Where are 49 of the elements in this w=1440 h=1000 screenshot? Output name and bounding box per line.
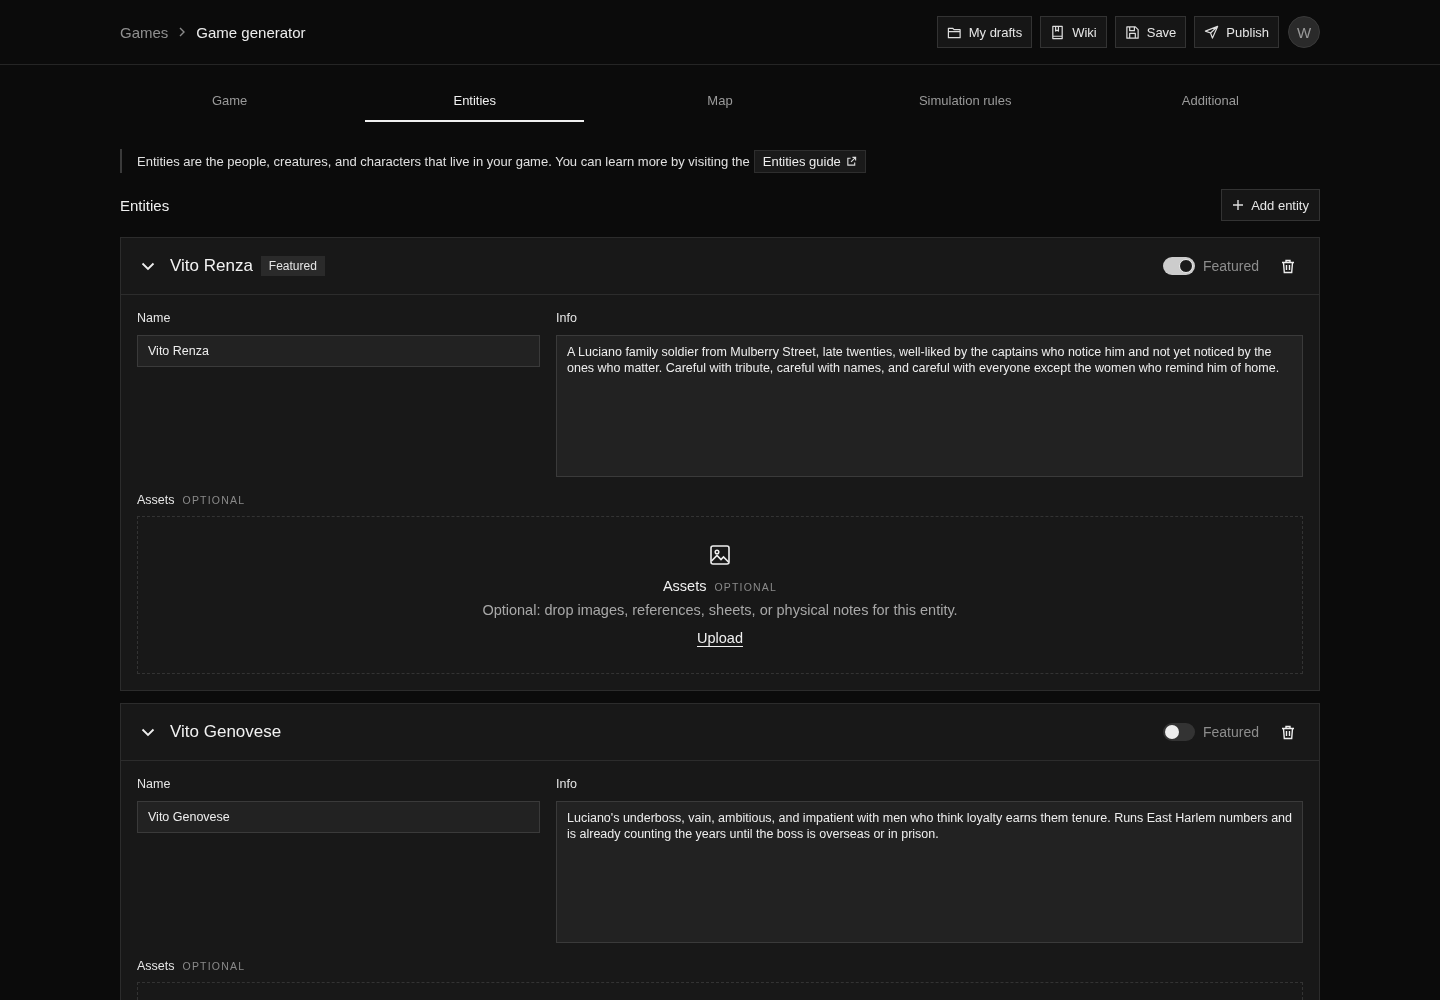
avatar-button[interactable]: W: [1288, 16, 1320, 48]
field-label: Assets: [137, 493, 175, 507]
guide-link[interactable]: Entities guide: [753, 149, 866, 173]
tab[interactable]: Map: [610, 89, 830, 122]
info-textarea[interactable]: A Luciano family soldier from Mulberry Street, late twenties, well-liked by the captains who notice him and not yet noticed by the ones who matter. Careful with tribute, careful with names, and careful with everyone except the women who remind him of home.: [556, 335, 1303, 477]
trash-icon[interactable]: [1281, 258, 1295, 274]
tab[interactable]: Additional: [1100, 89, 1320, 122]
toggle-label: Featured: [1202, 724, 1259, 740]
header-button[interactable]: Publish: [1194, 16, 1279, 48]
tab[interactable]: Simulation rules: [855, 89, 1075, 122]
tab[interactable]: Game: [120, 89, 340, 122]
name-input[interactable]: Vito Renza: [137, 335, 540, 367]
optional-tag: OPTIONAL: [714, 581, 778, 593]
send-icon: [1204, 24, 1220, 40]
featured-toggle[interactable]: [1162, 723, 1195, 741]
add-entity-button[interactable]: Add entity: [1221, 189, 1320, 221]
upload-link[interactable]: Upload: [697, 630, 743, 646]
section-title: Entities: [120, 196, 170, 214]
dropzone-hint: Optional: drop images, references, sheets, or physical notes for this entity.: [482, 602, 958, 618]
field-label: Assets: [137, 959, 175, 973]
field-label: Name: [137, 777, 172, 791]
breadcrumb-link[interactable]: Game generator: [196, 23, 306, 41]
field-label: Info: [556, 777, 578, 791]
image-icon: [709, 544, 731, 566]
optional-tag: OPTIONAL: [182, 494, 246, 506]
info-textarea[interactable]: Luciano's underboss, vain, ambitious, and impatient with men who think loyalty earns them tenure. Runs East Harlem numbers and is already counting the years until the boss is overseas or in prison.: [556, 801, 1303, 943]
dropzone-title: Assets: [662, 578, 707, 594]
upload-dropzone[interactable]: Assets OPTIONAL Optional: drop images, references, sheets, or physical notes for this entity. Upload: [137, 516, 1303, 674]
external-link-icon: [845, 155, 857, 167]
featured-badge: Featured: [260, 256, 325, 276]
entity-title: Vito Renza: [170, 256, 253, 276]
field-label: Name: [137, 311, 172, 325]
featured-toggle[interactable]: [1162, 257, 1195, 275]
bookmark-book-icon: [1050, 24, 1066, 40]
name-input[interactable]: Vito Genovese: [137, 801, 540, 833]
entity-title: Vito Genovese: [170, 722, 282, 742]
tab[interactable]: Entities: [365, 89, 585, 122]
optional-tag: OPTIONAL: [182, 960, 246, 972]
intro-text: Entities are the people, creatures, and characters that live in your game. You can learn more by visiting the: [137, 153, 750, 169]
trash-icon[interactable]: [1281, 724, 1295, 740]
chevron-right-icon: [178, 26, 187, 38]
save-icon: [1124, 24, 1140, 40]
breadcrumb-link[interactable]: Games: [120, 23, 169, 41]
field-label: Info: [556, 311, 578, 325]
header-button[interactable]: Wiki: [1040, 16, 1107, 48]
toggle-label: Featured: [1202, 258, 1259, 274]
plus-icon: [1232, 199, 1245, 211]
header-button[interactable]: My drafts: [936, 16, 1033, 48]
header-button[interactable]: Save: [1114, 16, 1187, 48]
